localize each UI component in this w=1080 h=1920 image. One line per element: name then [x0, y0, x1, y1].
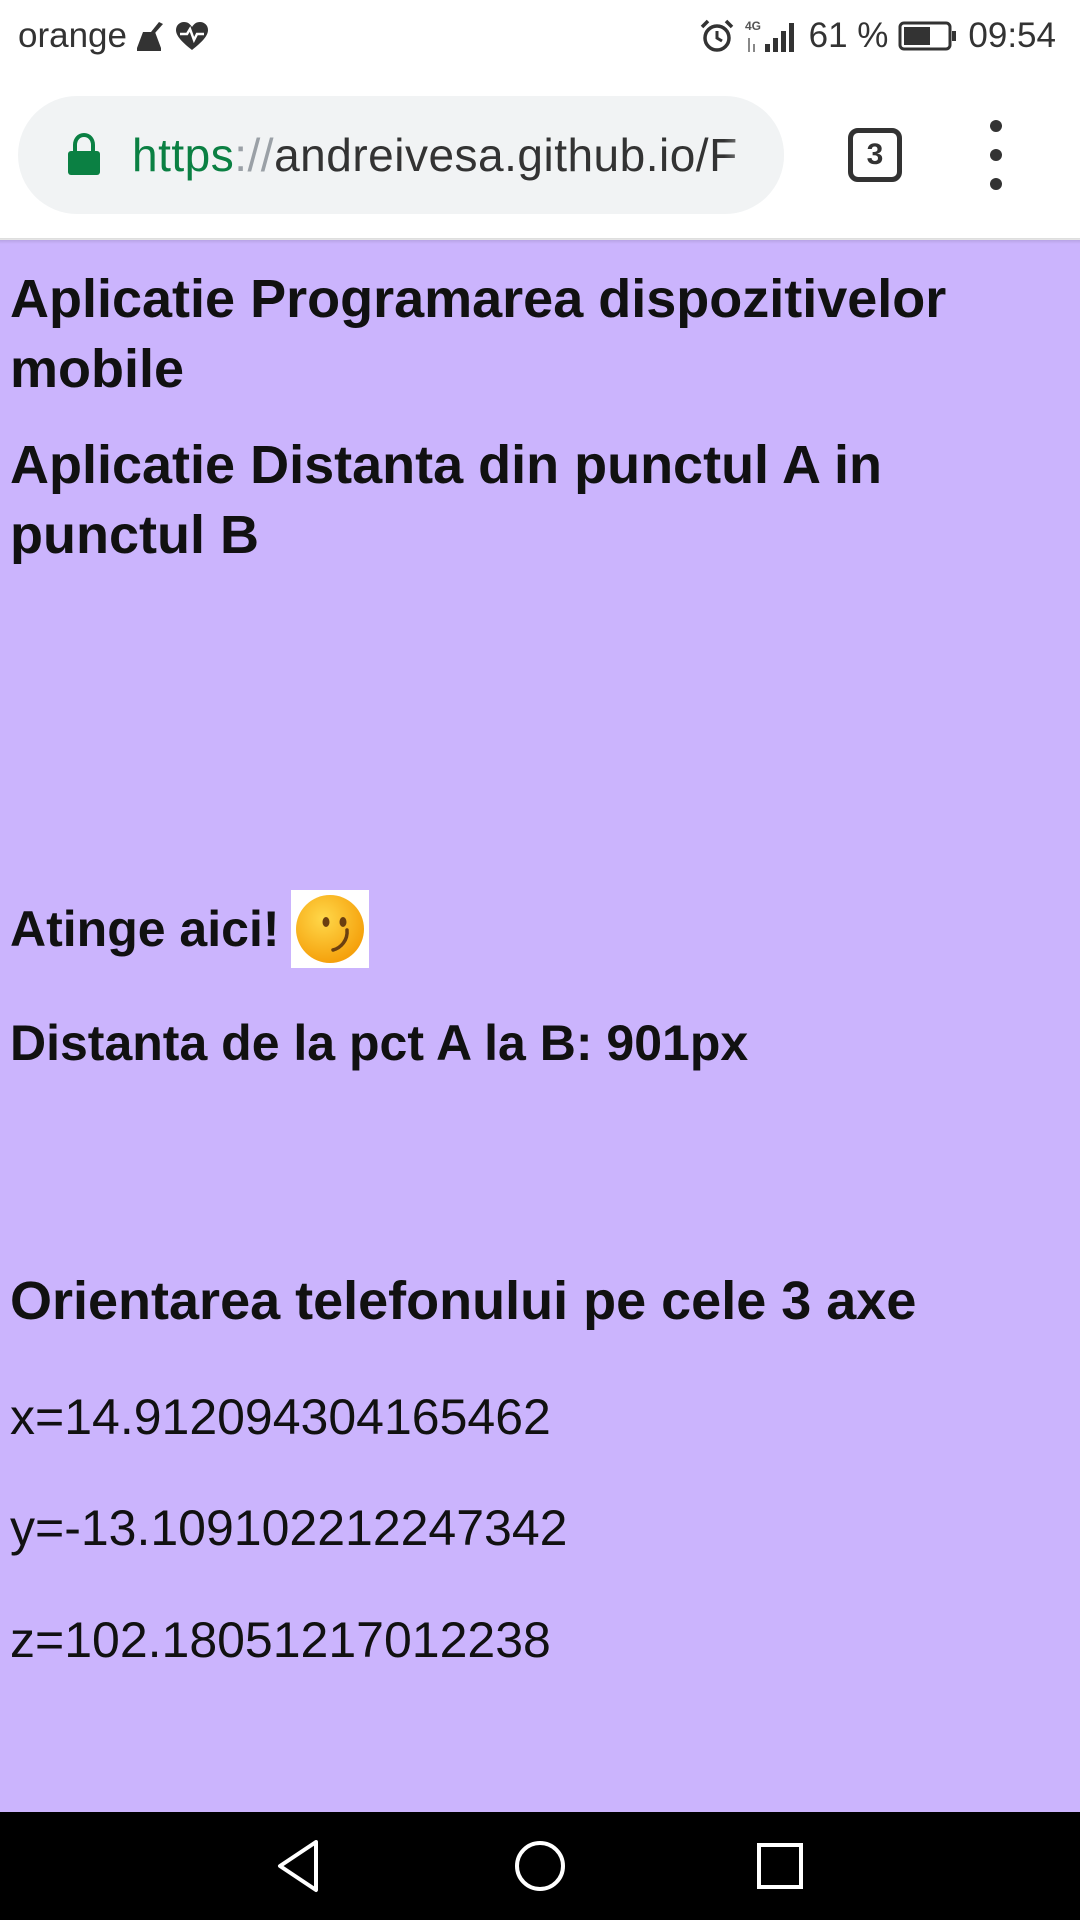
- page-title: Aplicatie Programarea dispozitivelor mob…: [10, 269, 947, 399]
- lock-icon: [68, 133, 100, 175]
- status-left: orange: [18, 16, 209, 56]
- battery-percent: 61 %: [808, 16, 889, 55]
- more-menu-button[interactable]: [976, 120, 1016, 190]
- page-content[interactable]: Aplicatie Programarea dispozitivelor mob…: [0, 240, 1080, 1812]
- recents-button[interactable]: [744, 1830, 816, 1902]
- status-bar: orange 4G 61 % 09:54: [0, 0, 1080, 72]
- alarm-icon: [699, 18, 735, 54]
- touch-label: Atinge aici!: [10, 901, 280, 957]
- orientation-z: z=102.18051217012238: [10, 1612, 551, 1668]
- phone-screen: orange 4G 61 % 09:54 https://andreivesa.…: [0, 0, 1080, 1920]
- menu-dot: [990, 120, 1002, 132]
- back-button[interactable]: [264, 1830, 336, 1902]
- url-fade: [724, 96, 784, 214]
- health-heart-icon: [175, 21, 209, 51]
- browser-toolbar: https://andreivesa.github.io/F 3: [0, 72, 1080, 240]
- cleaner-icon: [133, 20, 169, 52]
- home-button[interactable]: [504, 1830, 576, 1902]
- menu-dot: [990, 149, 1002, 161]
- address-bar[interactable]: https://andreivesa.github.io/F: [18, 96, 784, 214]
- status-time: 09:54: [968, 16, 1056, 55]
- url-host: andreivesa.github.io/F: [274, 129, 738, 181]
- smiley-icon[interactable]: [291, 890, 370, 968]
- orientation-y: y=-13.109102212247342: [10, 1500, 568, 1556]
- carrier-name: orange: [18, 16, 127, 55]
- tab-count: 3: [866, 138, 884, 171]
- signal-icon: 4G: [745, 18, 799, 54]
- touch-area[interactable]: Atinge aici!: [10, 890, 370, 968]
- url-scheme: https: [132, 129, 235, 181]
- orientation-title: Orientarea telefonului pe cele 3 axe: [10, 1271, 917, 1331]
- status-right: 4G 61 % 09:54: [699, 16, 1056, 56]
- tab-switcher-button[interactable]: 3: [848, 128, 902, 182]
- menu-dot: [990, 178, 1002, 190]
- navigation-bar: [0, 1812, 1080, 1920]
- toolbar-shadow: [0, 238, 1080, 244]
- url-text: https://andreivesa.github.io/F: [132, 128, 738, 182]
- battery-icon: [898, 21, 958, 51]
- url-separator: ://: [234, 129, 275, 181]
- orientation-x: x=14.912094304165462: [10, 1389, 551, 1445]
- page-subtitle: Aplicatie Distanta din punctul A in punc…: [10, 435, 883, 565]
- network-type-label: 4G: [745, 19, 761, 33]
- distance-readout: Distanta de la pct A la B: 901px: [10, 1015, 749, 1071]
